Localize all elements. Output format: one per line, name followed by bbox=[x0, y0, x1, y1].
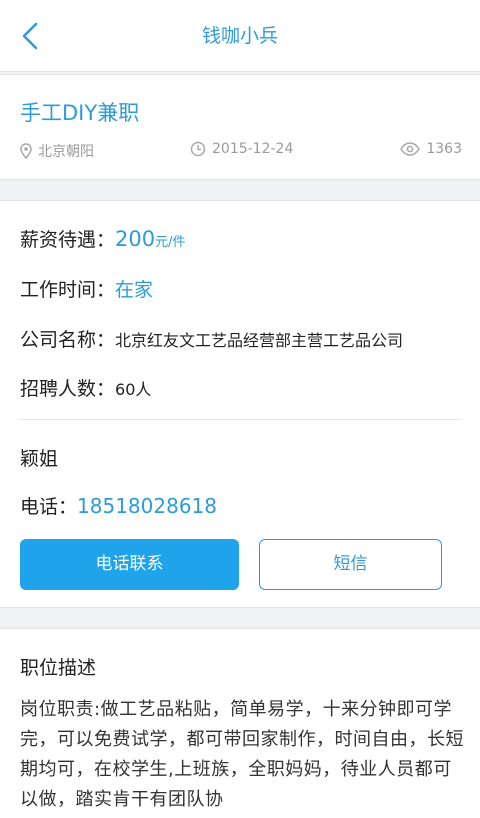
phone-row: 电话： 18518028618 bbox=[20, 492, 217, 519]
job-summary-card: 手工DIY兼职 北京朝阳 2015-12-24 1363 bbox=[0, 74, 480, 180]
job-title: 手工DIY兼职 bbox=[20, 101, 140, 125]
job-views: 1363 bbox=[400, 141, 462, 157]
description-body: 岗位职责:做工艺品粘贴，简单易学，十来分钟即可学完，可以免费试学，都可带回家制作… bbox=[20, 699, 464, 810]
contact-name: 颖姐 bbox=[20, 448, 59, 470]
clock-icon bbox=[190, 141, 206, 157]
company-label: 公司名称： bbox=[20, 329, 116, 351]
work-time-value: 在家 bbox=[115, 279, 154, 301]
salary-row: 薪资待遇： 200 元/件 bbox=[20, 225, 186, 252]
company-value: 北京红友文工艺品经营部主营工艺品公司 bbox=[115, 331, 404, 350]
description-title: 职位描述 bbox=[20, 657, 97, 679]
location-text: 北京朝阳 bbox=[38, 144, 94, 160]
call-button[interactable]: 电话联系 bbox=[20, 539, 239, 590]
headcount-value: 60人 bbox=[115, 380, 152, 399]
salary-unit: 元/件 bbox=[155, 235, 186, 250]
headcount-row: 招聘人数： 60人 bbox=[20, 374, 151, 401]
job-description-card: 职位描述 岗位职责:做工艺品粘贴，简单易学，十来分钟即可学完，可以免费试学，都可… bbox=[0, 628, 480, 818]
date-text: 2015-12-24 bbox=[212, 141, 294, 157]
job-detail-card: 薪资待遇： 200 元/件 工作时间： 在家 公司名称： 北京红友文工艺品经营部… bbox=[0, 200, 480, 608]
location-pin-icon bbox=[20, 143, 32, 159]
job-date: 2015-12-24 bbox=[190, 141, 293, 157]
eye-icon bbox=[400, 142, 421, 156]
salary-value: 200 bbox=[115, 227, 156, 251]
salary-label: 薪资待遇： bbox=[20, 229, 116, 251]
divider bbox=[20, 419, 460, 420]
company-row: 公司名称： 北京红友文工艺品经营部主营工艺品公司 bbox=[20, 325, 403, 352]
app-header: 钱咖小兵 bbox=[0, 0, 480, 72]
work-time-row: 工作时间： 在家 bbox=[20, 275, 153, 302]
headcount-label: 招聘人数： bbox=[20, 378, 116, 400]
views-count: 1363 bbox=[426, 141, 462, 157]
page-title: 钱咖小兵 bbox=[201, 25, 278, 47]
phone-number[interactable]: 18518028618 bbox=[77, 494, 217, 518]
sms-button[interactable]: 短信 bbox=[259, 539, 442, 590]
work-time-label: 工作时间： bbox=[20, 279, 116, 301]
job-location: 北京朝阳 bbox=[20, 141, 94, 161]
phone-label: 电话： bbox=[20, 496, 78, 518]
